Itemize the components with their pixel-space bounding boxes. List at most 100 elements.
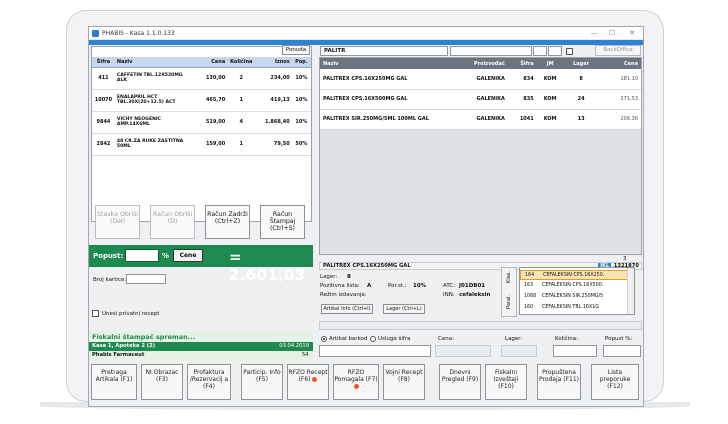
card-number-label: Broj kartice: [93,277,127,283]
delete-receipt-button[interactable]: Račun Obriši (D) [150,205,195,239]
total-amount: = 2.601,03 [229,248,306,284]
col-sifra[interactable]: Šifra [507,58,537,69]
col-lager[interactable]: Lager [563,58,599,69]
table-row[interactable]: 10070 ENALAPRIL HCT TBL.30X(20+12.5) ACT 4… [92,89,311,112]
hold-receipt-button[interactable]: Račun Zadrži (Ctrl+Z) [205,205,250,239]
tab-klas[interactable]: Klas. [506,271,512,283]
search-input[interactable]: PALITR [320,46,448,56]
list-item[interactable]: 163 CEFALEKSIN CPS.16X500. [520,281,628,291]
fkey-f3-button[interactable]: NI Obrazac (F3) [141,364,183,400]
selected-article-name: PALITREX CPS.16X250MG GAL [323,263,411,269]
cell-kolicina: 4 [227,111,256,134]
fkey-f1-button[interactable]: Pretraga Artikala (F1) [91,364,137,400]
cell-lager: 24 [563,89,599,110]
list-item[interactable]: 160 CEFALEKSIN TBL.16X1G [520,303,628,313]
fkey-f7-button[interactable]: RFZO Pomagala (F7) [333,364,379,400]
cell-kolicina: 2 [227,67,256,90]
cell-pop: 10% [291,67,311,90]
card-number-input[interactable] [126,274,166,284]
service-radio[interactable] [370,336,376,342]
app-icon [92,30,99,37]
cell-proizvodjac: GALENIKA [454,89,508,110]
quantity-input[interactable] [553,345,597,357]
window-title: PHABIS - Kasa 1.1.0.133 [102,30,175,37]
cell-naziv: 48 CR.ZA RUKE ZASTITNA 50ML [114,133,196,156]
fkey-f11-button[interactable]: Propuštena Prodaja (F11) [537,364,581,400]
percent-sign: % [162,252,170,260]
totals-bar: Popust: % Cene = 2.601,03 [89,245,313,284]
app-window: PHABIS - Kasa 1.1.0.133 — ☐ ✕ Šifra Nazi… [88,26,644,407]
search-filter-1[interactable] [450,46,532,56]
cell-sifra: 411 [92,67,115,90]
private-recipe-checkbox[interactable] [92,310,99,317]
col-naziv[interactable]: Naziv [114,57,196,68]
search-filter-3[interactable] [548,46,562,56]
table-row[interactable]: PALITREX CPS.16X250MG GAL GALENIKA 834 KOM 8… [320,69,641,90]
fkey-f12-button[interactable]: Lista preporuke (F12) [591,364,639,400]
alert-dot-icon [353,384,359,390]
fkey-f8-button[interactable]: Vojni Recept (F8) [383,364,425,400]
cell-naziv: PALITREX CPS.16X500MG GAL [320,89,455,110]
list-scrollbar[interactable] [627,268,634,314]
col-cena[interactable]: Cena [598,58,641,69]
backoffice-button[interactable]: BackOffice [595,45,641,56]
search-checkbox[interactable] [566,48,573,55]
table-row[interactable]: 411 CAFFETIN TBL.12X520MG ALK 130,00 2 234,0… [92,67,311,90]
lager-button[interactable]: Lager (Ctrl+L) [383,304,425,314]
fkey-f5-button[interactable]: Particip. Info (F5) [241,364,283,400]
discount-input[interactable] [125,249,159,262]
table-row[interactable]: PALITREX CPS.16X500MG GAL GALENIKA 835 KOM 2… [320,89,641,110]
discount-pct-label: Popust %: [605,336,633,342]
info-strip [319,321,642,330]
col-proizvodjac[interactable]: Proizvođač [454,58,508,69]
cell-iznos: 79,50 [255,133,292,156]
cell-jm: KOM [536,69,564,90]
cell-pop: 10% [291,89,311,112]
dispensing-label: Režim izdavanja: [320,292,367,298]
table-row[interactable]: PALITREX SIR.250MG/5ML 100ML GAL GALENIKA… [320,109,641,130]
prices-button[interactable]: Cene [173,249,203,262]
price-field [435,345,491,357]
products-table: Naziv Proizvođač Šifra JM Lager Cena PAL… [320,58,641,130]
barcode-input[interactable] [319,345,431,357]
col-iznos[interactable]: Iznos [255,57,292,68]
title-bar: PHABIS - Kasa 1.1.0.133 — ☐ ✕ [89,27,643,40]
col-jm[interactable]: JM [536,58,564,69]
col-pop[interactable]: Pop. [291,57,311,68]
discount-pct-input[interactable] [603,345,641,357]
cell-sifra: 834 [507,69,537,90]
cell-cena: 465,70 [195,89,228,112]
cell-kolicina: 1 [227,89,256,112]
fkey-f4-button[interactable]: Profaktura /Rezervacij a (F4) [187,364,231,400]
cart-table: Šifra Naziv Cena Količina Iznos Pop. 411… [92,57,311,156]
ponuda-button[interactable]: Ponuda [282,45,310,55]
article-info-button[interactable]: Artikal Info (Ctrl+I) [321,304,373,314]
fkey-f10-button[interactable]: Fiskalni Izveštaji (F10) [485,364,527,400]
col-naziv[interactable]: Naziv [320,58,455,69]
table-row[interactable]: 2842 48 CR.ZA RUKE ZASTITNA 50ML 159,00 1 79… [92,133,311,156]
tab-paral[interactable]: Paral. [506,295,512,309]
close-icon[interactable]: ✕ [624,28,640,38]
cell-sifra: 2842 [92,133,115,156]
col-sifra[interactable]: Šifra [92,57,115,68]
fkey-f6-button[interactable]: RFZO Recept (F6) [287,364,329,400]
table-row[interactable]: 9844 VICHY NEOGENIC AMP.14X6ML 519,00 4 1.86… [92,111,311,134]
list-item[interactable]: 164 CEFALEKSIN CPS.16X250. [520,270,628,280]
cell-cena: 130,00 [195,67,228,90]
alternatives-tabs: Klas. Paral. [501,267,517,317]
positive-list-value: A [367,283,372,289]
maximize-icon[interactable]: ☐ [604,28,620,38]
barcode-radio[interactable] [321,336,327,342]
company-name: Phabis Farmaceut [92,352,145,358]
col-kolicina[interactable]: Količina [227,57,256,68]
fkey-f9-button[interactable]: Dnevni Pregled (F9) [439,364,481,400]
stock-label: Lager: [505,336,523,342]
col-cena[interactable]: Cena [195,57,228,68]
cart-panel: Šifra Naziv Cena Količina Iznos Pop. 411… [91,46,312,222]
search-filter-2[interactable] [533,46,547,56]
minimize-icon[interactable]: — [586,28,602,38]
delete-item-button[interactable]: Stavka Obriši (Del) [95,205,140,239]
print-receipt-button[interactable]: Račun Štampaj (Ctrl+S) [260,205,305,239]
atc-value: J01DB01 [459,283,486,289]
list-item[interactable]: 1068 CEFALEKSIN SIR.250MG/5 [520,292,628,302]
